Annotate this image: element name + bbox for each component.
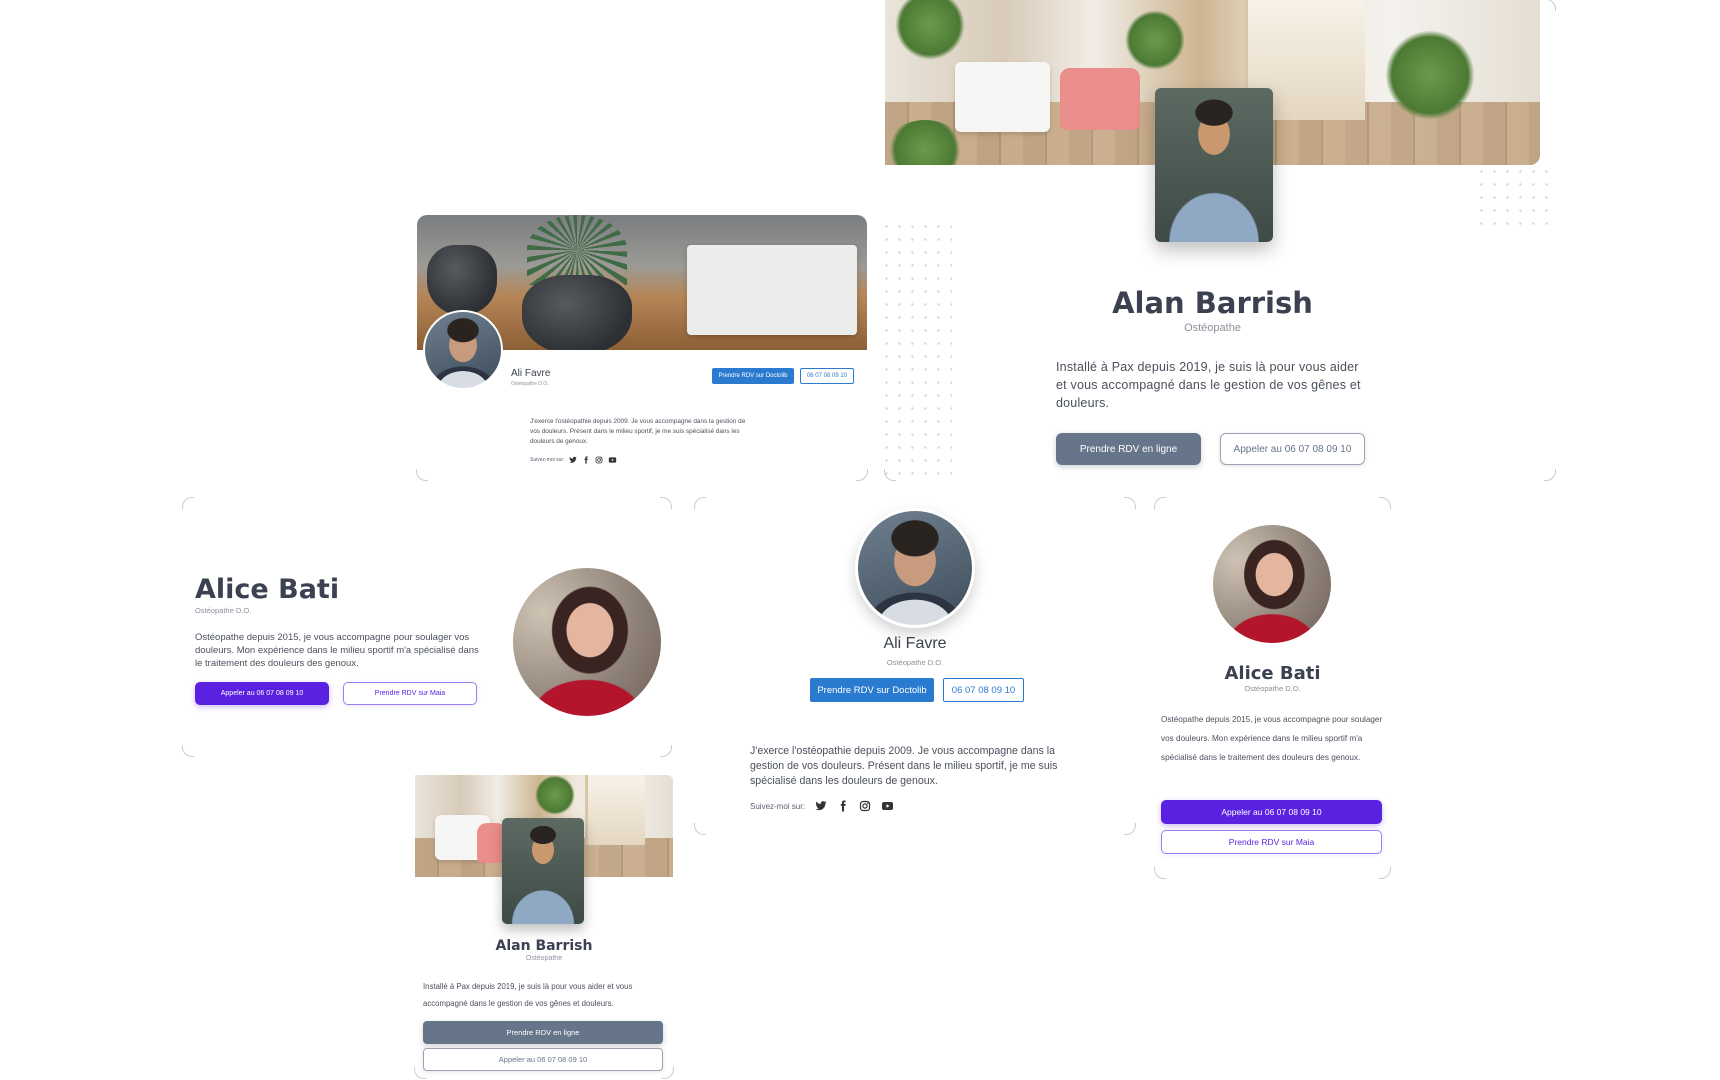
call-button[interactable]: Appeler au 06 07 08 09 10 [195,682,329,705]
book-maia-button[interactable]: Prendre RDV sur Maia [343,682,477,705]
profile-name: Alan Barrish [495,938,593,954]
profile-bio: Installé à Pax depuis 2019, je suis là p… [423,982,633,1008]
avatar [423,310,503,390]
book-online-button[interactable]: Prendre RDV en ligne [423,1021,663,1044]
corner-guide [662,1067,674,1079]
corner-guide [1124,823,1136,835]
profile-card-alan-large: Alan Barrish Ostéopathe Installé à Pax d… [884,0,1556,481]
profile-name: Alan Barrish [1112,286,1313,320]
corner-guide [694,497,706,509]
twitter-icon[interactable] [569,456,578,464]
phone-button[interactable]: 06 07 08 09 10 [943,678,1024,702]
corner-guide [1379,497,1391,509]
profile-name: Ali Favre [883,635,947,652]
profile-bio: Ostéopathe depuis 2015, je vous accompag… [1161,715,1383,762]
profile-card-alice-narrow: Alice Bati Ostéopathe D.O. Ostéopathe de… [1154,497,1391,879]
avatar [855,508,975,628]
profile-bio: Ostéopathe depuis 2015, je vous accompag… [195,632,479,669]
profile-bio: J'exerce l'ostéopathie depuis 2009. Je v… [750,745,1058,787]
book-doctolib-button[interactable]: Prendre RDV sur Doctolib [810,678,934,702]
social-links: Suivez-moi sur: [530,456,617,464]
book-maia-button[interactable]: Prendre RDV sur Maia [1161,830,1382,854]
youtube-icon[interactable] [608,456,617,464]
profile-card-ali-center: Ali Favre Ostéopathe D.O. Prendre RDV su… [694,497,1136,835]
instagram-icon[interactable] [859,800,871,812]
book-online-button[interactable]: Prendre RDV en ligne [1056,433,1201,465]
social-links: Suivez-moi sur: [750,800,894,812]
profile-bio: J'exerce l'ostéopathie depuis 2009. Je v… [530,418,746,445]
call-button[interactable]: Appeler au 06 07 08 09 10 [1220,433,1365,465]
corner-guide [856,469,868,481]
profile-name: Alice Bati [195,574,340,605]
profile-title: Ostéopathe D.O. [886,658,944,667]
phone-button[interactable]: 06 07 08 09 10 [800,368,854,384]
profile-title: Ostéopathe [525,955,563,962]
corner-guide [1544,469,1556,481]
corner-guide [660,745,672,757]
corner-guide [1544,0,1556,11]
profile-title: Ostéopathe D.O. [511,381,549,387]
profile-title: Ostéopathe D.O. [1244,684,1301,693]
twitter-icon[interactable] [815,800,827,812]
corner-guide [1154,867,1166,879]
facebook-icon[interactable] [837,800,849,812]
facebook-icon[interactable] [582,456,590,464]
profile-bio: Installé à Pax depuis 2019, je suis là p… [1056,360,1361,410]
call-button[interactable]: Appeler au 06 07 08 09 10 [1161,800,1382,824]
corner-guide [1379,867,1391,879]
avatar [513,568,661,716]
corner-guide [694,823,706,835]
corner-guide [1154,497,1166,509]
profile-card-alan-small: Alan Barrish Ostéopathe Installé à Pax d… [414,775,674,1080]
profile-card-ali-banner: Ali Favre Ostéopathe D.O. Prendre RDV su… [416,215,868,481]
follow-label: Suivez-moi sur: [750,801,806,811]
profile-title: Ostéopathe D.O. [195,606,252,615]
follow-label: Suivez-moi sur: [530,457,565,463]
corner-guide [182,745,194,757]
profile-title: Ostéopathe [1184,322,1241,334]
avatar [1213,525,1331,643]
profile-name: Alice Bati [1224,663,1321,684]
corner-guide [182,497,194,509]
instagram-icon[interactable] [595,456,603,464]
youtube-icon[interactable] [881,800,894,812]
corner-guide [416,469,428,481]
avatar [502,818,584,924]
book-doctolib-button[interactable]: Prendre RDV sur Doctolib [712,368,794,384]
corner-guide [1124,497,1136,509]
call-button[interactable]: Appeler au 06 07 08 09 10 [423,1048,663,1071]
dot-grid-decoration [1475,165,1553,233]
corner-guide [660,497,672,509]
dot-grid-decoration [880,220,952,480]
avatar [1155,88,1273,242]
profile-name: Ali Favre [511,368,551,379]
profile-card-alice-wide: Alice Bati Ostéopathe D.O. Ostéopathe de… [182,497,672,757]
